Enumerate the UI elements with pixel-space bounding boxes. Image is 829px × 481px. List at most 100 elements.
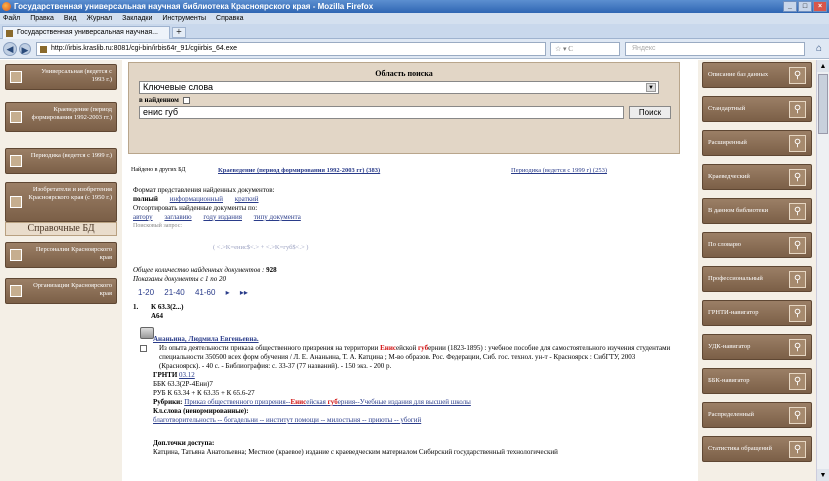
web-search-input[interactable]: Яндекс: [625, 42, 805, 56]
search-mode-extended[interactable]: Расширенный ⚲: [702, 130, 812, 156]
rubric-link[interactable]: Приказ общественного призрения--Енисейск…: [184, 398, 471, 406]
db-inventions-label: Изобретатели и изобретения Красноярского…: [28, 186, 112, 201]
print-icon[interactable]: [140, 327, 154, 339]
next-page-icon[interactable]: ▸: [226, 288, 230, 297]
db-periodika-button[interactable]: Периодика (ведется с 1999 г.): [5, 148, 117, 174]
sort-year-link[interactable]: году издания: [203, 213, 242, 221]
db-icon: [10, 111, 22, 123]
maximize-button[interactable]: □: [798, 1, 812, 12]
search-button[interactable]: Поиск: [629, 106, 671, 119]
grnti-row: ГРНТИ 03.12: [153, 371, 678, 380]
search-mode-stats[interactable]: Статистика обращений ⚲: [702, 436, 812, 462]
db-periodika-label: Периодика (ведется с 1999 г.): [30, 152, 112, 159]
record-body: Ананьина, Людмила Евгеньевна. Из опыта д…: [153, 335, 678, 457]
keywords-links[interactable]: благотворительность -- богадельни -- инс…: [153, 416, 678, 425]
window-title: Государственная универсальная научная би…: [14, 2, 374, 11]
menu-help[interactable]: Справка: [216, 15, 243, 22]
db-universal-button[interactable]: Универсальная (ведется с 1993 г.): [5, 64, 117, 90]
format-row: полный информационный краткий: [133, 195, 603, 204]
menu-bookmarks[interactable]: Закладки: [122, 15, 152, 22]
magnifier-icon: ⚲: [789, 441, 806, 458]
sort-author-link[interactable]: автору: [133, 213, 153, 221]
record-author-link[interactable]: Ананьина, Людмила Евгеньевна.: [153, 335, 678, 344]
search-mode-standard[interactable]: Стандартный ⚲: [702, 96, 812, 122]
home-icon[interactable]: ⌂: [812, 42, 826, 56]
rubrics-label: Рубрики:: [153, 398, 183, 406]
prev-query-label: Поисковый запрос:: [133, 223, 183, 229]
menu-history[interactable]: Журнал: [87, 15, 113, 22]
scroll-thumb[interactable]: [818, 74, 828, 134]
search-mode-professional[interactable]: Профессиональный ⚲: [702, 266, 812, 292]
in-found-checkbox[interactable]: [182, 96, 190, 104]
browser-tab[interactable]: Государственная универсальная научная...: [2, 26, 170, 39]
magnifier-icon: ⚲: [789, 373, 806, 390]
highlight-term: Енис: [290, 398, 307, 406]
back-button[interactable]: ◀: [3, 42, 17, 56]
magnifier-icon: ⚲: [789, 135, 806, 152]
page-21-40[interactable]: 21-40: [164, 288, 184, 297]
search-mode-library[interactable]: В данном библиотеки ⚲: [702, 198, 812, 224]
scroll-down-icon[interactable]: ▼: [817, 469, 829, 481]
url-bar[interactable]: http://irbis.kraslib.ru:8081/cgi-bin/irb…: [36, 42, 546, 56]
sort-type-link[interactable]: типу документа: [254, 213, 301, 221]
ref-persons-label: Персоналии Красноярского края: [35, 246, 112, 261]
left-sidebar: Универсальная (ведется с 1993 г.) Краеве…: [0, 60, 122, 481]
format-options: Формат представления найденных документо…: [133, 186, 603, 231]
vertical-scrollbar[interactable]: ▲ ▼: [816, 60, 829, 481]
site-identity-icon: [40, 46, 47, 53]
search-mode-label: Статистика обращений: [708, 445, 772, 452]
record-select-checkbox[interactable]: [140, 345, 147, 352]
search-mode-udk[interactable]: УДК-навигатор ⚲: [702, 334, 812, 360]
sort-title-link[interactable]: заглавию: [164, 213, 191, 221]
search-mode-local-history[interactable]: Краеведческий ⚲: [702, 164, 812, 190]
format-short-link[interactable]: краткий: [235, 195, 259, 203]
ref-organizations-label: Организации Красноярского края: [33, 282, 112, 297]
window-titlebar: Государственная универсальная научная би…: [0, 0, 829, 13]
magnifier-icon: ⚲: [789, 237, 806, 254]
rubrics-row: Рубрики: Приказ общественного призрения-…: [153, 398, 678, 407]
chevron-down-icon[interactable]: ▼: [646, 83, 656, 92]
magnifier-icon: ⚲: [789, 101, 806, 118]
magnifier-icon: ⚲: [789, 339, 806, 356]
in-found-row: в найденном: [139, 96, 190, 104]
ref-organizations-button[interactable]: Организации Красноярского края: [5, 278, 117, 304]
web-search-placeholder: Яндекс: [632, 45, 656, 52]
reload-icon[interactable]: ☆ ▾ C: [550, 42, 620, 56]
db-universal-label: Универсальная (ведется с 1993 г.): [41, 68, 112, 83]
search-mode-distributed[interactable]: Распределенный ⚲: [702, 402, 812, 428]
query-input[interactable]: енис губ: [139, 106, 624, 119]
search-mode-grnti[interactable]: ГРНТИ-навигатор ⚲: [702, 300, 812, 326]
page-1-20[interactable]: 1-20: [138, 288, 154, 297]
right-sidebar: Описание баз данных ⚲ Стандартный ⚲ Расшир…: [698, 60, 816, 481]
db-kraevedenie-button[interactable]: Краеведение (период формирования 1992-20…: [5, 102, 117, 132]
forward-button[interactable]: ▶: [19, 43, 31, 55]
total-label: Общее количество найденных документов :: [133, 266, 265, 274]
other-db-link-kraevedenie[interactable]: Краеведение (период формирования 1992-20…: [218, 167, 380, 174]
menu-edit[interactable]: Правка: [30, 15, 54, 22]
menu-view[interactable]: Вид: [64, 15, 77, 22]
total-value: 928: [266, 266, 277, 274]
search-mode-dictionary[interactable]: По словарю ⚲: [702, 232, 812, 258]
search-mode-db-desc[interactable]: Описание баз данных ⚲: [702, 62, 812, 88]
search-mode-bbk[interactable]: ББК-навигатор ⚲: [702, 368, 812, 394]
page-41-60[interactable]: 41-60: [195, 288, 215, 297]
last-page-icon[interactable]: ▸▸: [240, 288, 248, 297]
close-button[interactable]: ×: [813, 1, 827, 12]
record-number: 1.: [133, 303, 139, 311]
other-db-link-periodika[interactable]: Периодика (ведется с 1999 г) (253): [511, 167, 607, 174]
minimize-button[interactable]: _: [783, 1, 797, 12]
search-field-select[interactable]: Ключевые слова ▼: [139, 81, 659, 94]
menu-tools[interactable]: Инструменты: [162, 15, 206, 22]
db-inventions-button[interactable]: Изобретатели и изобретения Красноярского…: [5, 182, 117, 222]
search-panel: Область поиска Ключевые слова ▼ в найден…: [128, 62, 680, 154]
ref-persons-button[interactable]: Персоналии Красноярского края: [5, 242, 117, 268]
format-full: полный: [133, 195, 158, 203]
scroll-up-icon[interactable]: ▲: [817, 60, 829, 72]
access-label: Доп.точки доступа:: [153, 439, 215, 447]
new-tab-button[interactable]: +: [172, 27, 186, 38]
format-info-link[interactable]: информационный: [170, 195, 223, 203]
db-icon: [10, 249, 22, 261]
grnti-link[interactable]: 03.12: [179, 371, 195, 379]
shown-range: Показаны документы с 1 по 20: [133, 275, 227, 283]
menu-file[interactable]: Файл: [3, 15, 20, 22]
